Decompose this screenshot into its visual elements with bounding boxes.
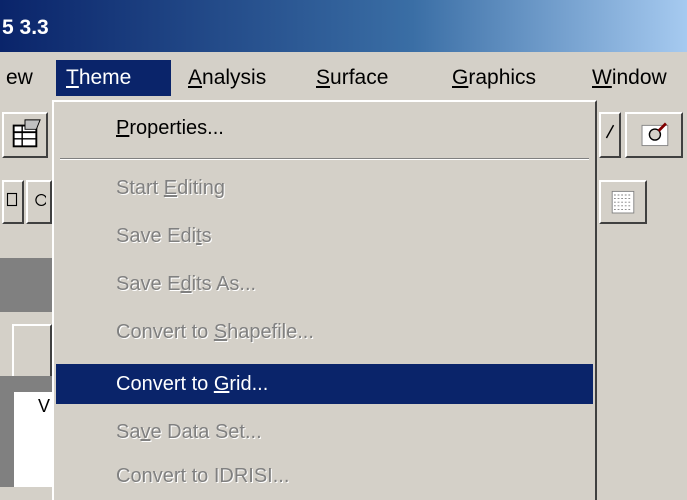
menu-item-save-data-set-pre: Sa	[116, 421, 141, 443]
menu-analysis-mnemonic: A	[188, 66, 203, 89]
menu-theme-label: heme	[78, 66, 132, 89]
toolbar-button-properties[interactable]	[2, 112, 48, 158]
menu-window-label: indow	[611, 66, 667, 89]
menu-item-convert-to-shapefile-pre: Convert to	[116, 321, 214, 343]
menu-item-convert-to-idrisi[interactable]: Convert to IDRISI...	[56, 456, 593, 496]
menu-graphics-label: raphics	[468, 66, 537, 89]
menu-item-convert-to-shapefile[interactable]: Convert to Shapefile...	[56, 312, 593, 352]
menu-item-properties-mnemonic: P	[116, 117, 130, 139]
title-bar: 5 3.3	[0, 0, 687, 52]
menu-analysis[interactable]: Analysis	[178, 60, 276, 96]
pattern-icon	[611, 190, 635, 214]
menu-item-convert-to-grid-pre: Convert to	[116, 373, 214, 395]
circle-icon	[35, 193, 46, 207]
menu-separator	[60, 158, 589, 160]
menu-item-save-data-set[interactable]: Save Data Set...	[56, 412, 593, 452]
menu-item-save-edits-label: s	[201, 225, 212, 247]
toolbar-button-zoom[interactable]	[625, 112, 683, 158]
menu-item-properties[interactable]: Properties...	[56, 108, 593, 148]
menu-item-save-data-set-label: e Data Set...	[150, 421, 262, 443]
menu-item-start-editing-mnemonic: E	[163, 177, 178, 199]
menu-item-convert-to-grid-label: rid...	[229, 373, 269, 395]
menu-item-convert-to-grid-mnemonic: G	[213, 373, 230, 395]
menu-item-save-edits-as[interactable]: Save Edits As...	[56, 264, 593, 304]
menu-surface-label: urface	[330, 66, 389, 89]
view-tool-button[interactable]	[12, 324, 52, 378]
menu-graphics[interactable]: Graphics	[442, 60, 546, 96]
menu-window[interactable]: Window	[582, 60, 677, 96]
menu-item-save-edits-pre: Save Edi	[116, 225, 197, 247]
toolbar-button-circle[interactable]	[26, 180, 52, 224]
menu-item-convert-to-shapefile-mnemonic: S	[213, 321, 228, 343]
window-title: 5 3.3	[2, 16, 49, 39]
menu-item-start-editing-pre: Start	[116, 177, 164, 199]
menu-item-convert-to-idrisi-label: Convert to IDRISI...	[116, 465, 290, 487]
menu-surface-mnemonic: S	[316, 66, 331, 89]
menu-analysis-label: nalysis	[202, 66, 267, 89]
menu-item-convert-to-shapefile-label: hapefile...	[227, 321, 314, 343]
menu-theme-mnemonic: T	[66, 66, 79, 89]
menu-item-start-editing[interactable]: Start Editing	[56, 168, 593, 208]
menu-bar: ew Theme Analysis Surface Graphics Windo…	[0, 52, 687, 102]
toc-partial-text: V	[38, 396, 51, 416]
menu-item-save-edits[interactable]: Save Edits	[56, 216, 593, 256]
menu-item-save-edits-as-pre: Save E	[116, 273, 181, 295]
zoom-tool-icon	[641, 122, 669, 147]
select-box-icon	[6, 192, 18, 207]
menu-item-save-data-set-mnemonic: v	[140, 421, 151, 443]
menu-view-label: ew	[6, 66, 33, 89]
toolbar-button-partial[interactable]	[599, 112, 621, 158]
view-title-bar	[0, 258, 52, 312]
menu-surface[interactable]: Surface	[306, 60, 398, 96]
menu-theme[interactable]: Theme	[56, 60, 171, 96]
menu-graphics-mnemonic: G	[452, 66, 469, 89]
menu-item-convert-to-grid[interactable]: Convert to Grid...	[56, 364, 593, 404]
pencil-icon	[605, 124, 615, 139]
menu-item-save-edits-as-mnemonic: d	[180, 273, 192, 295]
toolbar-button-pattern[interactable]	[599, 180, 647, 224]
menu-view[interactable]: ew	[0, 60, 43, 96]
menu-item-save-edits-as-label: its As...	[191, 273, 257, 295]
table-icon	[12, 119, 41, 148]
view-toc: V	[14, 392, 52, 487]
theme-menu-dropdown: Properties... Start Editing Save Edits S…	[52, 100, 597, 500]
menu-item-properties-label: roperties...	[129, 117, 224, 139]
menu-window-mnemonic: W	[592, 66, 612, 89]
toolbar-button-select[interactable]	[2, 180, 24, 224]
menu-item-start-editing-label: diting	[177, 177, 225, 199]
